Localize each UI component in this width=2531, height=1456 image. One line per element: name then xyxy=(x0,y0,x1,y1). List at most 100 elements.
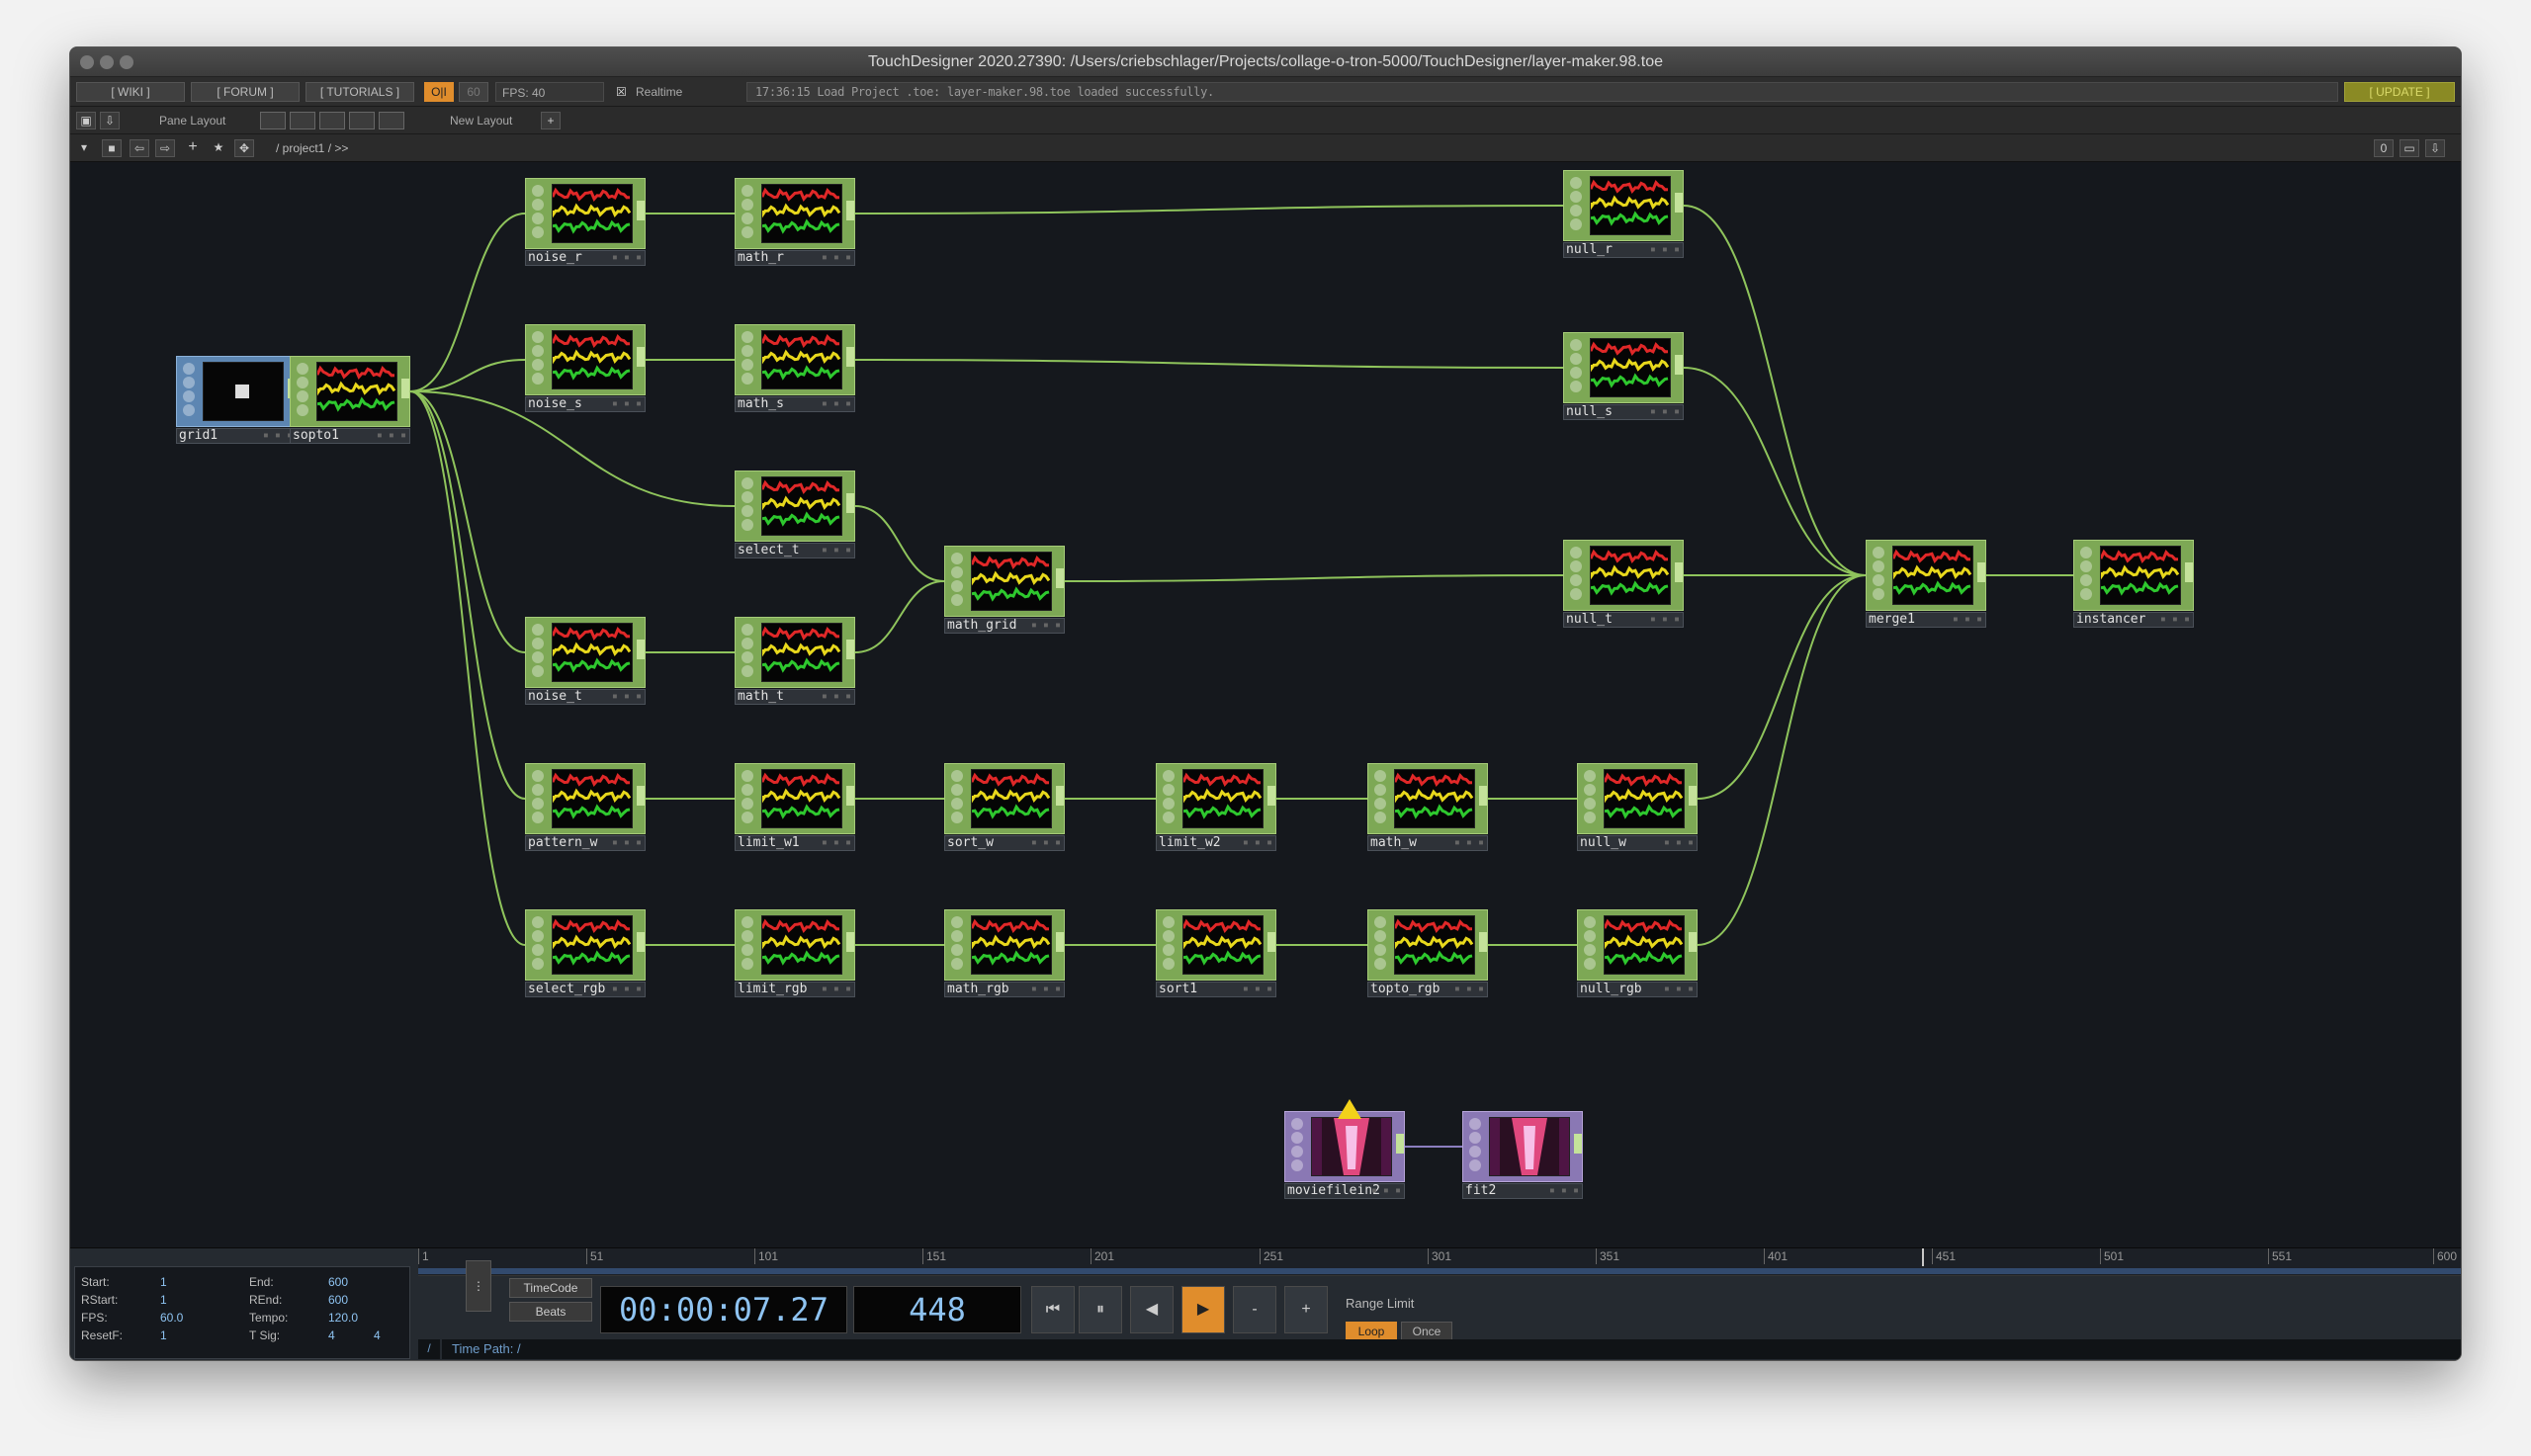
timeline-collapse-button[interactable]: ⋮ xyxy=(466,1260,491,1312)
node-body[interactable] xyxy=(1866,540,1986,611)
output-connector-icon[interactable] xyxy=(846,786,854,806)
node-body[interactable] xyxy=(1462,1111,1583,1182)
node-name-label[interactable]: null_rgb xyxy=(1577,982,1698,997)
node-name-label[interactable]: math_r xyxy=(735,250,855,266)
output-connector-icon[interactable] xyxy=(1574,1134,1582,1154)
output-connector-icon[interactable] xyxy=(846,201,854,220)
pane-menu-icon[interactable]: ▾ xyxy=(74,139,94,157)
rend-value[interactable]: 600 xyxy=(328,1293,348,1307)
playhead-marker[interactable] xyxy=(1922,1248,1924,1266)
output-connector-icon[interactable] xyxy=(846,640,854,659)
node-flags-icon[interactable] xyxy=(1582,768,1598,831)
frame-display[interactable]: 448 xyxy=(853,1286,1021,1333)
wire-null_r-merge1[interactable] xyxy=(1683,205,1867,576)
realtime-checkbox[interactable]: ☒ xyxy=(616,82,636,102)
node-name-label[interactable]: math_w xyxy=(1367,835,1488,851)
node-flags-icon[interactable] xyxy=(949,551,965,614)
output-connector-icon[interactable] xyxy=(1056,786,1064,806)
node-body[interactable] xyxy=(1284,1111,1405,1182)
wire-sopto1-noise_s[interactable] xyxy=(409,359,526,392)
node-body[interactable] xyxy=(944,909,1065,981)
layout-triple-icon[interactable] xyxy=(349,112,375,129)
node-name-label[interactable]: math_rgb xyxy=(944,982,1065,997)
node-body[interactable] xyxy=(735,909,855,981)
node-body[interactable] xyxy=(176,356,297,427)
node-flags-icon[interactable] xyxy=(1161,914,1177,978)
output-connector-icon[interactable] xyxy=(1267,932,1275,952)
node-name-label[interactable]: fit2 xyxy=(1462,1183,1583,1199)
node-pattern_w[interactable]: pattern_w xyxy=(525,763,646,851)
node-name-label[interactable]: sort1 xyxy=(1156,982,1276,997)
node-name-label[interactable]: select_rgb xyxy=(525,982,646,997)
node-flags-icon[interactable] xyxy=(1372,768,1388,831)
node-name-label[interactable]: noise_s xyxy=(525,396,646,412)
node-math_grid[interactable]: math_grid xyxy=(944,546,1065,634)
tsig-value-a[interactable]: 4 xyxy=(328,1328,335,1342)
node-math_t[interactable]: math_t xyxy=(735,617,855,705)
forum-button[interactable]: [ FORUM ] xyxy=(191,82,300,102)
node-flags-icon[interactable] xyxy=(530,914,546,978)
warning-icon[interactable] xyxy=(1338,1099,1361,1119)
layout-single-icon[interactable] xyxy=(260,112,286,129)
layout-vsplit-icon[interactable] xyxy=(290,112,315,129)
node-name-label[interactable]: sopto1 xyxy=(290,428,410,444)
node-body[interactable] xyxy=(1367,763,1488,834)
network-editor[interactable]: grid1sopto1noise_rmath_rnull_rnoise_smat… xyxy=(70,162,2461,1247)
node-name-label[interactable]: pattern_w xyxy=(525,835,646,851)
output-connector-icon[interactable] xyxy=(1267,786,1275,806)
node-flags-icon[interactable] xyxy=(1161,768,1177,831)
output-connector-icon[interactable] xyxy=(846,347,854,367)
output-connector-icon[interactable] xyxy=(1675,562,1683,582)
back-arrow-icon[interactable]: ⇦ xyxy=(130,139,149,157)
node-name-label[interactable]: noise_t xyxy=(525,689,646,705)
node-sort1[interactable]: sort1 xyxy=(1156,909,1276,997)
pane-options-icon[interactable]: ⇩ xyxy=(2425,139,2445,157)
tsig-value-b[interactable]: 4 xyxy=(374,1328,381,1342)
node-select_t[interactable]: select_t xyxy=(735,471,855,558)
output-connector-icon[interactable] xyxy=(1056,568,1064,588)
wiki-button[interactable]: [ WIKI ] xyxy=(76,82,185,102)
node-flags-icon[interactable] xyxy=(740,475,755,539)
output-connector-icon[interactable] xyxy=(1396,1134,1404,1154)
output-connector-icon[interactable] xyxy=(1689,786,1697,806)
layout-quad-icon[interactable] xyxy=(379,112,404,129)
node-flags-icon[interactable] xyxy=(530,768,546,831)
node-body[interactable] xyxy=(944,763,1065,834)
node-body[interactable] xyxy=(735,178,855,249)
node-fit2[interactable]: fit2 xyxy=(1462,1111,1583,1199)
node-name-label[interactable]: merge1 xyxy=(1866,612,1986,628)
node-name-label[interactable]: limit_rgb xyxy=(735,982,855,997)
node-name-label[interactable]: grid1 xyxy=(176,428,297,444)
timecode-display[interactable]: 00:00:07.27 xyxy=(600,1286,847,1333)
node-name-label[interactable]: null_t xyxy=(1563,612,1684,628)
wire-math_t-math_grid[interactable] xyxy=(854,580,945,653)
node-flags-icon[interactable] xyxy=(181,361,197,424)
output-connector-icon[interactable] xyxy=(1056,932,1064,952)
timeline-range-bar[interactable] xyxy=(418,1268,2461,1274)
update-button[interactable]: [ UPDATE ] xyxy=(2344,82,2455,102)
node-body[interactable] xyxy=(735,763,855,834)
node-math_r[interactable]: math_r xyxy=(735,178,855,266)
fps-cap-button[interactable]: 60 xyxy=(459,82,488,102)
output-connector-icon[interactable] xyxy=(637,786,645,806)
node-flags-icon[interactable] xyxy=(949,914,965,978)
node-flags-icon[interactable] xyxy=(740,183,755,246)
node-body[interactable] xyxy=(1156,909,1276,981)
node-flags-icon[interactable] xyxy=(1568,175,1584,238)
node-name-label[interactable]: moviefilein2 xyxy=(1284,1183,1405,1199)
node-body[interactable] xyxy=(525,617,646,688)
node-body[interactable] xyxy=(1577,763,1698,834)
beats-button[interactable]: Beats xyxy=(509,1302,592,1322)
node-body[interactable] xyxy=(735,471,855,542)
resetf-value[interactable]: 1 xyxy=(160,1328,167,1342)
node-topto_rgb[interactable]: topto_rgb xyxy=(1367,909,1488,997)
perform-toggle-button[interactable]: O|I xyxy=(424,82,454,102)
node-flags-icon[interactable] xyxy=(530,183,546,246)
wire-math_grid-null_t[interactable] xyxy=(1064,574,1564,582)
output-connector-icon[interactable] xyxy=(637,201,645,220)
node-noise_r[interactable]: noise_r xyxy=(525,178,646,266)
node-math_rgb[interactable]: math_rgb xyxy=(944,909,1065,997)
layout-hsplit-icon[interactable] xyxy=(319,112,345,129)
wire-sopto1-noise_r[interactable] xyxy=(409,213,526,392)
timeline-ruler[interactable]: 1 51 101 151 201 251 301 351 401 451 501 551 600 xyxy=(418,1248,2461,1276)
